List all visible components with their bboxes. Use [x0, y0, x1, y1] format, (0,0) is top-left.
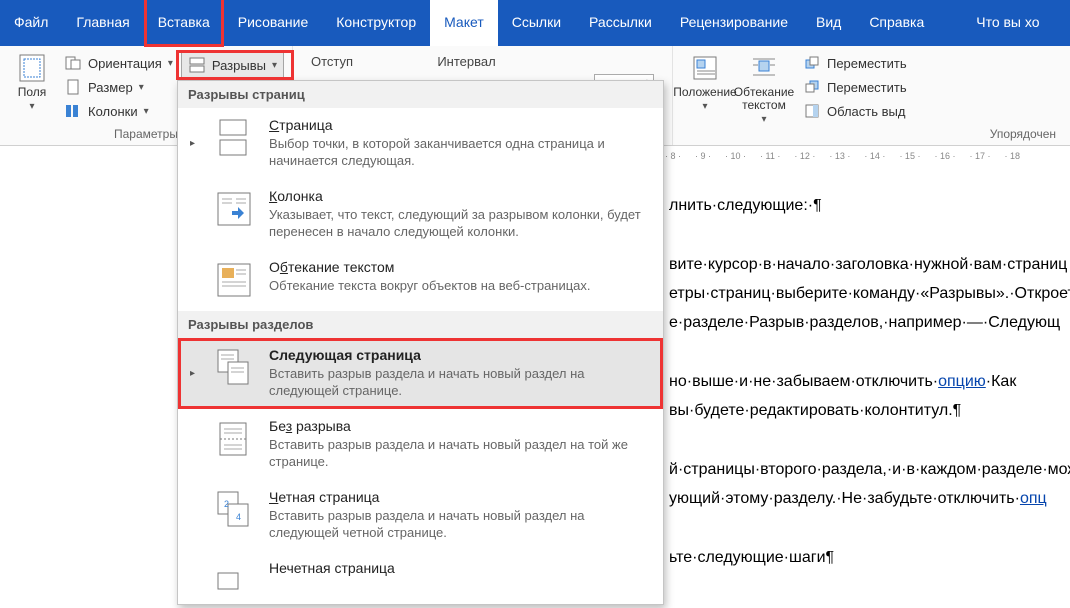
doc-line: ьте·следующие·шаги¶	[669, 543, 1066, 572]
chevron-down-icon: ▾	[168, 58, 173, 69]
position-label: Положение	[673, 86, 736, 99]
tab-review[interactable]: Рецензирование	[666, 0, 802, 46]
position-icon	[689, 52, 721, 84]
break-next-page-title: Следующая страница	[269, 347, 653, 363]
wrap-text-label: Обтекание текстом	[733, 86, 795, 112]
doc-line: етры·страниц·выберите·команду·«Разрывы».…	[669, 279, 1066, 308]
size-label: Размер	[88, 80, 133, 95]
break-text-wrapping-desc: Обтекание текста вокруг объектов на веб-…	[269, 277, 653, 294]
orientation-icon	[64, 54, 82, 72]
bring-forward-icon	[803, 54, 821, 72]
tab-mailings[interactable]: Рассылки	[575, 0, 666, 46]
dropdown-header-page-breaks: Разрывы страниц	[178, 81, 663, 108]
send-backward-button[interactable]: Переместить	[799, 76, 911, 98]
margins-label: Поля	[18, 86, 47, 99]
margins-button[interactable]: Поля ▾	[8, 50, 56, 125]
chevron-down-icon: ▾	[272, 60, 277, 71]
chevron-down-icon: ▾	[29, 101, 34, 112]
group-arrange: Положение ▾ Обтекание текстом ▾ Перемест…	[673, 46, 1070, 145]
tab-home[interactable]: Главная	[62, 0, 143, 46]
send-backward-label: Переместить	[827, 80, 907, 95]
column-break-icon	[213, 188, 255, 230]
size-icon	[64, 78, 82, 96]
break-column-title: Колонка	[269, 188, 653, 204]
text-wrap-break-icon	[213, 259, 255, 301]
break-continuous-title: Без разрыва	[269, 418, 653, 434]
selection-pane-icon	[803, 102, 821, 120]
orientation-button[interactable]: Ориентация ▾	[60, 52, 177, 74]
submenu-arrow-icon: ▸	[190, 368, 199, 379]
bring-forward-label: Переместить	[827, 56, 907, 71]
selection-pane-label: Область выд	[827, 104, 905, 119]
columns-button[interactable]: Колонки ▾	[60, 100, 177, 122]
tab-design[interactable]: Конструктор	[322, 0, 430, 46]
breaks-label: Разрывы	[212, 58, 266, 73]
group-label-arrange: Упорядочен	[681, 125, 1062, 145]
document-area[interactable]: лнить·следующие:·¶ вите·курсор·в·начало·…	[665, 165, 1070, 608]
margins-icon	[16, 52, 48, 84]
doc-line: й·страницы·второго·раздела,·и·в·каждом·р…	[669, 455, 1066, 484]
page-break-icon	[213, 117, 255, 159]
tab-help[interactable]: Справка	[855, 0, 938, 46]
size-button[interactable]: Размер ▾	[60, 76, 177, 98]
tab-references[interactable]: Ссылки	[498, 0, 575, 46]
bring-forward-button[interactable]: Переместить	[799, 52, 911, 74]
wrap-text-button[interactable]: Обтекание текстом ▾	[733, 50, 795, 125]
doc-line: но·выше·и·не·забываем·отключить·опцию·Ка…	[669, 367, 1066, 396]
break-next-page-desc: Вставить разрыв раздела и начать новый р…	[269, 365, 653, 399]
position-button[interactable]: Положение ▾	[681, 50, 729, 125]
breaks-button[interactable]: Разрывы ▾	[181, 52, 284, 78]
tab-draw[interactable]: Рисование	[224, 0, 323, 46]
doc-line: е·разделе·Разрыв·разделов,·например·—·Сл…	[669, 308, 1066, 337]
breaks-dropdown: Разрывы страниц ▸ Страница Выбор точки, …	[177, 80, 664, 605]
doc-line: вите·курсор·в·начало·заголовка·нужной·ва…	[669, 250, 1066, 279]
break-column-desc: Указывает, что текст, следующий за разры…	[269, 206, 653, 240]
tab-view[interactable]: Вид	[802, 0, 855, 46]
selection-pane-button[interactable]: Область выд	[799, 100, 911, 122]
doc-line: вы·будете·редактировать·колонтитул.¶	[669, 396, 1066, 425]
tell-me-search[interactable]: Что вы хо	[966, 0, 1053, 46]
chevron-down-icon: ▾	[144, 106, 149, 117]
even-page-break-icon: 24	[213, 489, 255, 531]
link-option-2[interactable]: опц	[1020, 490, 1047, 507]
submenu-arrow-icon: ▸	[190, 138, 199, 149]
orientation-label: Ориентация	[88, 56, 162, 71]
tab-file[interactable]: Файл	[0, 0, 62, 46]
break-continuous[interactable]: ▸ Без разрыва Вставить разрыв раздела и …	[178, 409, 663, 480]
continuous-break-icon	[213, 418, 255, 460]
doc-line: лнить·следующие:·¶	[669, 191, 1066, 220]
svg-text:2: 2	[224, 499, 229, 509]
break-continuous-desc: Вставить разрыв раздела и начать новый р…	[269, 436, 653, 470]
break-next-page[interactable]: ▸ Следующая страница Вставить разрыв раз…	[178, 338, 663, 409]
break-even-page-title: Четная страница	[269, 489, 653, 505]
columns-icon	[64, 102, 82, 120]
dropdown-header-section-breaks: Разрывы разделов	[178, 311, 663, 338]
odd-page-break-icon	[213, 560, 255, 602]
tab-insert[interactable]: Вставка	[144, 0, 224, 46]
break-column[interactable]: ▸ Колонка Указывает, что текст, следующи…	[178, 179, 663, 250]
wrap-text-icon	[748, 52, 780, 84]
chevron-down-icon: ▾	[139, 82, 144, 93]
svg-text:4: 4	[236, 512, 241, 522]
chevron-down-icon: ▾	[702, 101, 707, 112]
columns-label: Колонки	[88, 104, 138, 119]
break-text-wrapping[interactable]: ▸ Обтекание текстом Обтекание текста вок…	[178, 250, 663, 311]
break-odd-page[interactable]: ▸ Нечетная страница	[178, 551, 663, 604]
break-page-title: Страница	[269, 117, 653, 133]
breaks-icon	[188, 56, 206, 74]
break-page-desc: Выбор точки, в которой заканчивается одн…	[269, 135, 653, 169]
send-backward-icon	[803, 78, 821, 96]
break-odd-page-title: Нечетная страница	[269, 560, 653, 576]
tell-me-icon[interactable]	[938, 0, 966, 46]
break-text-wrapping-title: Обтекание текстом	[269, 259, 653, 275]
break-page[interactable]: ▸ Страница Выбор точки, в которой заканч…	[178, 108, 663, 179]
break-even-page-desc: Вставить разрыв раздела и начать новый р…	[269, 507, 653, 541]
chevron-down-icon: ▾	[761, 114, 766, 125]
doc-line: ующий·этому·разделу.·Не·забудьте·отключи…	[669, 484, 1066, 513]
ribbon-tabs: Файл Главная Вставка Рисование Конструкт…	[0, 0, 1070, 46]
link-option[interactable]: опцию	[938, 373, 986, 390]
tab-layout[interactable]: Макет	[430, 0, 498, 46]
break-even-page[interactable]: ▸ 24 Четная страница Вставить разрыв раз…	[178, 480, 663, 551]
next-page-break-icon	[213, 347, 255, 389]
